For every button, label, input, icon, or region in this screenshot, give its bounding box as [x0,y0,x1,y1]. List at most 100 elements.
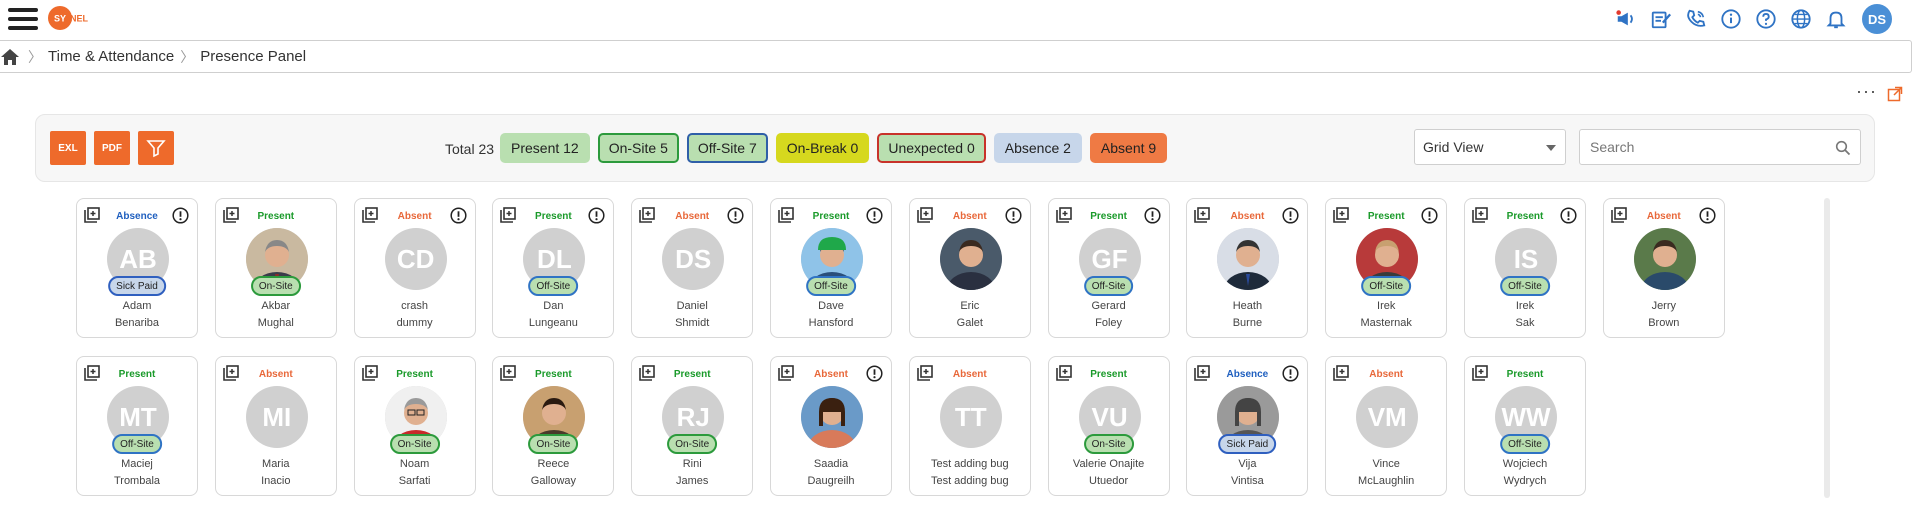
employee-card[interactable]: Absent Eric Galet [908,198,1031,338]
employee-first-name: Saadia [813,458,849,470]
location-badge: On-Site [528,434,579,454]
employee-first-name: Vija [1238,458,1257,470]
employee-first-name: Jerry [1651,300,1677,312]
employee-card[interactable]: Present WW Off-Site Wojciech Wydrych [1464,356,1586,496]
employee-card[interactable]: Absent DS Daniel Shmidt [631,198,754,338]
employee-last-name: Benariba [114,317,160,329]
info-alert-icon[interactable] [1282,207,1299,224]
employee-card[interactable]: Absent Saadia Daugreilh [770,356,892,496]
employee-photo [1633,228,1696,290]
location-badge: On-Site [250,276,301,296]
location-badge: On-Site [389,434,440,454]
info-alert-icon[interactable] [866,207,883,224]
employee-last-name: Burne [1232,317,1263,329]
employee-photo [939,228,1002,290]
employee-card[interactable]: Present On-Site Akbar Mughal [214,198,337,338]
employee-first-name: Irek [1377,300,1396,312]
info-alert-icon[interactable] [1699,207,1716,224]
employee-card[interactable]: Absence AB Sick Paid Adam Benariba [76,198,198,338]
employee-last-name: Brown [1648,317,1680,329]
employee-last-name: Inacio [261,475,291,487]
employee-first-name: Irek [1515,300,1535,312]
breadcrumb-item-time-attendance[interactable]: Time & Attendance [48,48,174,65]
info-alert-icon[interactable] [727,207,744,224]
employee-card[interactable]: Present Off-Site Dave Hansford [770,198,892,338]
breadcrumb-separator: 〉 [28,48,42,65]
user-avatar[interactable]: DS [1862,4,1892,34]
employee-last-name: Galet [956,317,983,329]
info-alert-icon[interactable] [588,207,605,224]
phone-icon[interactable] [1684,7,1708,31]
info-alert-icon[interactable] [1421,207,1438,224]
info-alert-icon[interactable] [866,365,883,382]
employee-card[interactable]: Present DL Off-Site Dan Lungeanu [492,198,615,338]
status-chip[interactable]: On-Break 0 [775,133,870,163]
status-chip[interactable]: Absence 2 [993,133,1082,163]
employee-card[interactable]: Present VU On-Site Valerie Onajite Utuedor [1047,356,1170,496]
search-field[interactable] [1579,129,1861,165]
employee-first-name: crash [401,300,429,312]
employee-card[interactable]: Absent TT Test adding bug Test adding bug [908,356,1031,496]
export-excel-button[interactable]: EXL [50,131,86,165]
status-chip[interactable]: Absent 9 [1089,133,1168,163]
employee-first-name: Daniel [676,300,708,312]
status-chip[interactable]: Unexpected 0 [877,133,986,163]
employee-card[interactable]: Absence Sick Paid Vija Vintisa [1186,356,1309,496]
home-icon[interactable] [0,46,22,68]
employee-card[interactable]: Present RJ On-Site Rini James [631,356,754,496]
hamburger-menu-icon[interactable] [8,5,38,33]
employee-last-name: Lungeanu [528,317,578,329]
announcement-icon[interactable] [1614,7,1638,31]
info-icon[interactable] [1719,7,1743,31]
presence-status: Present [673,369,711,380]
employee-card[interactable]: Absent MI Maria Inacio [214,356,337,496]
globe-icon[interactable] [1789,7,1813,31]
status-chip[interactable]: Off-Site 7 [686,133,768,163]
employee-first-name: Vince [1372,458,1400,470]
info-alert-icon[interactable] [1560,207,1577,224]
open-external-icon[interactable] [1887,86,1903,102]
employee-last-name: Shmidt [675,317,710,329]
employee-card[interactable]: Present IS Off-Site Irek Sak [1464,198,1586,338]
bell-icon[interactable] [1824,7,1848,31]
info-alert-icon[interactable] [172,207,189,224]
info-alert-icon[interactable] [1005,207,1022,224]
employee-card[interactable]: Present Off-Site Irek Masternak [1325,198,1448,338]
filter-button[interactable] [138,131,174,165]
employee-first-name: Eric [960,300,980,312]
employee-last-name: Foley [1095,317,1123,329]
employee-first-name: Heath [1232,300,1263,312]
export-pdf-button[interactable]: PDF [94,131,130,165]
edit-notes-icon[interactable] [1649,7,1673,31]
info-alert-icon[interactable] [450,207,467,224]
employee-card[interactable]: Absent Heath Burne [1186,198,1309,338]
status-chip[interactable]: Present 12 [500,133,590,163]
search-input[interactable] [1588,138,1828,156]
employee-first-name: Akbar [261,300,291,312]
location-badge: Sick Paid [108,276,166,296]
more-options-icon[interactable]: ··· [1856,82,1877,100]
status-chip[interactable]: On-Site 5 [597,133,679,163]
filter-icon [146,140,166,158]
info-alert-icon[interactable] [1282,365,1299,382]
grid-scrollbar[interactable] [1824,198,1830,498]
search-icon[interactable] [1835,140,1851,156]
employee-card[interactable]: Present On-Site Reece Galloway [492,356,615,496]
synel-logo[interactable]: SY NEL [48,5,89,31]
employee-card[interactable]: Present GF Off-Site Gerard Foley [1047,198,1170,338]
employee-card[interactable]: Absent Jerry Brown [1602,198,1725,338]
employee-card[interactable]: Absent CD crash dummy [353,198,476,338]
employee-card[interactable]: Absent VM Vince McLaughlin [1325,356,1448,496]
location-badge: Off-Site [528,276,579,296]
employee-initials: TT [939,386,1002,448]
employee-last-name: Sarfati [398,475,431,487]
help-icon[interactable] [1754,7,1778,31]
employee-first-name: Rini [682,458,702,470]
presence-status: Present [118,369,156,380]
view-mode-select[interactable]: Grid View [1414,129,1566,165]
location-badge: Off-Site [112,434,162,454]
employee-card[interactable]: Present On-Site Noam Sarfati [353,356,476,496]
info-alert-icon[interactable] [1144,207,1161,224]
employee-first-name: Valerie Onajite [1072,458,1145,470]
employee-card[interactable]: Present MT Off-Site Maciej Trombala [76,356,198,496]
